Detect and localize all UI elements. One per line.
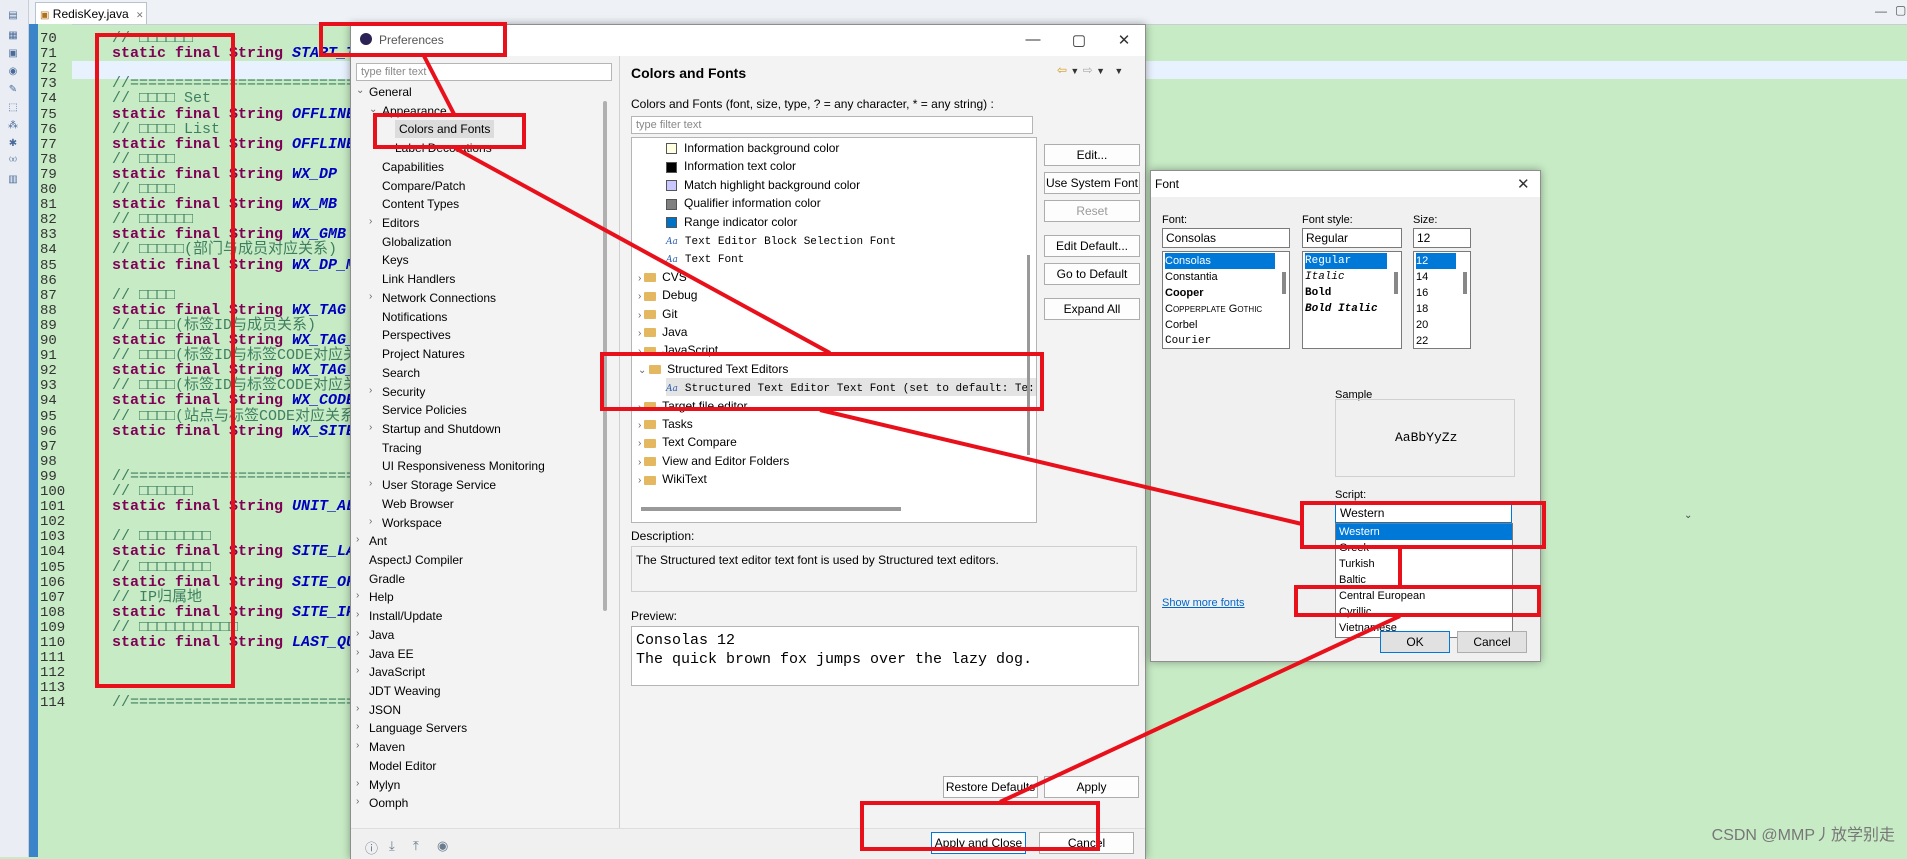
annotation-arrow: [999, 614, 1401, 804]
annotation-arrow: [454, 146, 831, 355]
annotation-arrows: [422, 55, 1402, 804]
annotation-arrow: [819, 408, 1303, 526]
annotation-arrow: [422, 55, 457, 117]
